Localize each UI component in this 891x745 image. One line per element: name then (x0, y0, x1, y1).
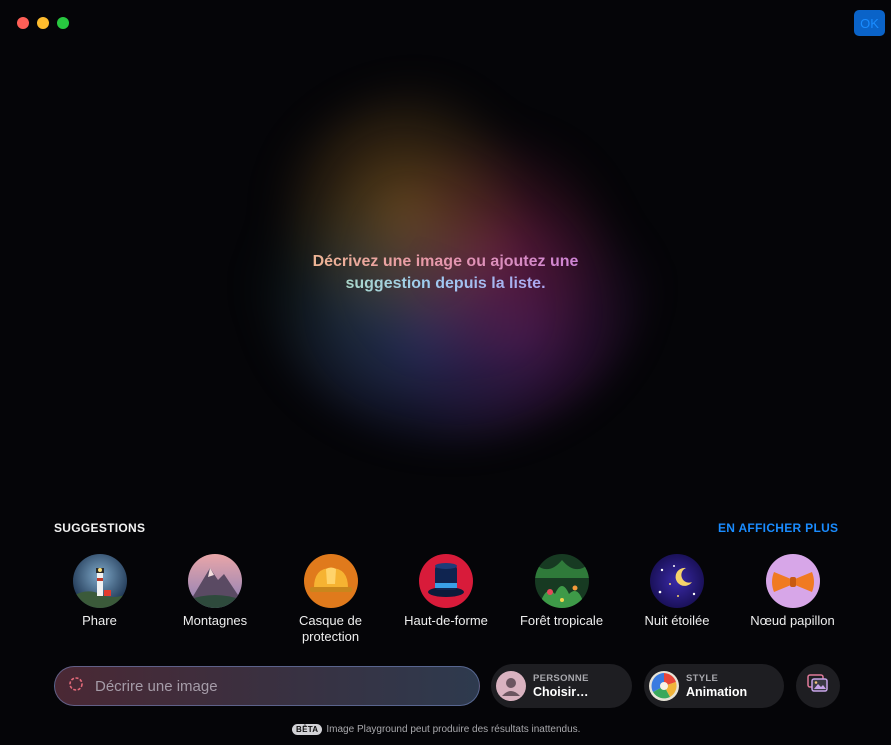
describe-image-field[interactable] (54, 666, 480, 706)
style-picker-text: STYLE Animation (686, 673, 747, 699)
suggestion-label: Casque de protection (299, 613, 362, 644)
sparkle-icon (67, 675, 85, 698)
prompt-line-1: Décrivez une image ou ajoutez une (250, 251, 641, 273)
beta-badge: BÊTA (292, 724, 323, 735)
style-picker-button[interactable]: STYLE Animation (644, 664, 784, 708)
describe-image-input[interactable] (93, 676, 467, 696)
suggestion-label: Nuit étoilée (644, 613, 710, 628)
suggestion-top-hat[interactable]: Haut-de-forme (389, 554, 504, 645)
animation-style-icon (649, 671, 679, 701)
image-playground-window: OK Décrivez une image ou ajoutez une sug… (0, 0, 891, 745)
person-value: Choisir… (533, 685, 589, 699)
suggestion-label: Nœud papillon (750, 613, 835, 628)
suggestion-lighthouse[interactable]: Phare (42, 554, 157, 645)
ok-button[interactable]: OK (854, 10, 885, 36)
gallery-button[interactable] (796, 664, 840, 708)
suggestion-hard-hat[interactable]: Casque de protection (273, 554, 388, 645)
suggestion-bow-tie[interactable]: Nœud papillon (735, 554, 850, 645)
person-icon (496, 671, 526, 701)
style-caption: STYLE (686, 673, 719, 684)
lighthouse-icon (72, 554, 127, 608)
person-picker-text: PERSONNE Choisir… (533, 673, 589, 699)
suggestion-rainforest[interactable]: Forêt tropicale (504, 554, 619, 645)
suggestion-label: Haut-de-forme (404, 613, 488, 628)
bow-tie-icon (765, 554, 820, 608)
suggestion-label: Forêt tropicale (519, 613, 604, 628)
zoom-window-button[interactable] (57, 17, 69, 29)
photo-stack-icon (807, 673, 829, 699)
style-value: Animation (686, 685, 748, 699)
show-more-link[interactable]: EN AFFICHER PLUS (718, 521, 838, 535)
rainforest-icon (534, 554, 589, 608)
hard-hat-icon (303, 554, 358, 608)
prompt-line-2: suggestion depuis la liste. (250, 273, 641, 295)
person-caption: PERSONNE (533, 673, 589, 684)
suggestion-mountains[interactable]: Montagnes (158, 554, 273, 645)
minimize-window-button[interactable] (37, 17, 49, 29)
person-picker-button[interactable]: PERSONNE Choisir… (491, 664, 632, 708)
top-hat-icon (419, 554, 473, 608)
mountain-icon (188, 554, 242, 608)
beta-disclaimer: BÊTA Image Playground peut produire des … (292, 724, 580, 735)
moon-stars-icon (650, 554, 704, 608)
suggestions-heading: SUGGESTIONS (54, 521, 146, 535)
suggestion-starry-night[interactable]: Nuit étoilée (620, 554, 735, 645)
suggestions-row: Phare Montagnes Casque de protection Hau… (42, 554, 850, 645)
suggestion-label: Montagnes (182, 613, 248, 628)
close-window-button[interactable] (17, 17, 29, 29)
disclaimer-text: Image Playground peut produire des résul… (326, 724, 581, 735)
empty-state-prompt: Décrivez une image ou ajoutez une sugges… (250, 251, 641, 295)
suggestion-label: Phare (82, 613, 117, 628)
window-controls (17, 17, 69, 29)
